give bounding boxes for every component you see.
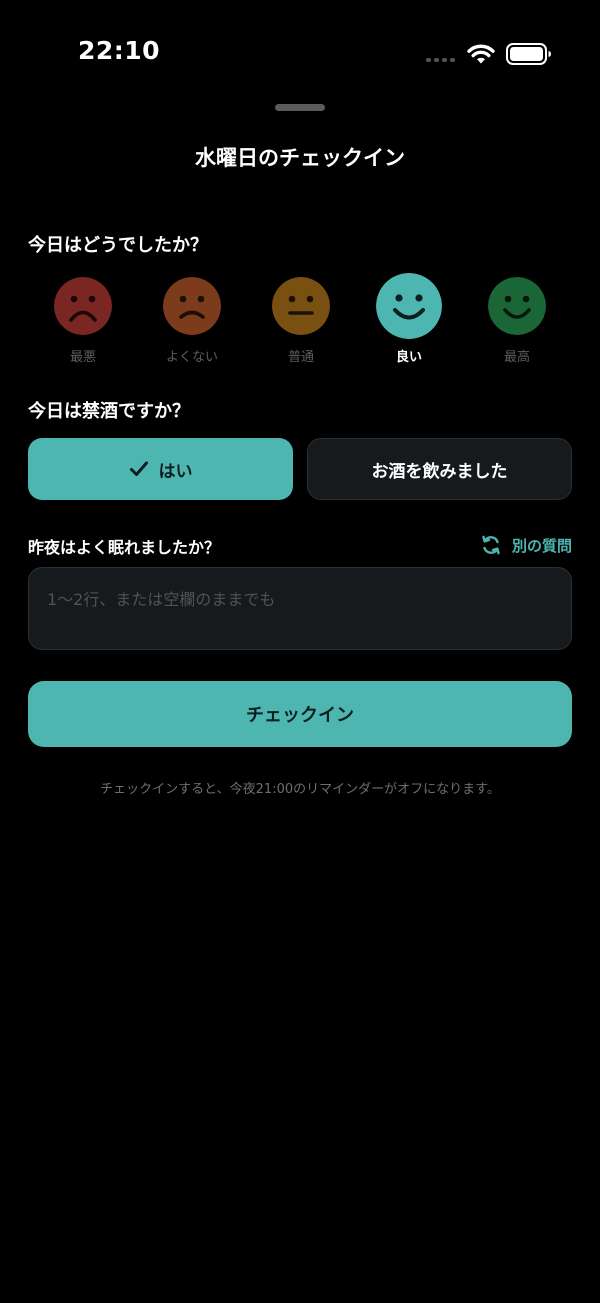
- mood-question-label: 今日はどうでしたか？: [28, 235, 208, 256]
- refresh-icon: [482, 535, 500, 555]
- mood-selector: 最悪 よくない 普通 良い 最高: [28, 270, 572, 370]
- smile-face-icon: [376, 273, 442, 339]
- sobriety-question-label: 今日は禁酒ですか？: [28, 401, 190, 422]
- alternate-question-label: 別の質問: [511, 536, 572, 555]
- mood-option-neutral[interactable]: 普通: [246, 270, 356, 370]
- mood-label-good: 良い: [395, 350, 422, 365]
- checkmark-icon: [129, 461, 148, 476]
- mood-option-worst[interactable]: 最悪: [28, 270, 138, 370]
- drank-alcohol-label: お酒を飲みました: [371, 461, 508, 482]
- mood-option-best[interactable]: 最高: [462, 270, 572, 370]
- cellular-signal-icon: [426, 58, 455, 62]
- mood-option-good[interactable]: 良い: [354, 270, 464, 370]
- sad-face-icon: [163, 277, 221, 335]
- reminder-note: チェックインすると、今夜21:00のリマインダーがオフになります。: [100, 782, 500, 797]
- sheet-title: 水曜日のチェックイン: [195, 146, 405, 170]
- mood-label-neutral: 普通: [287, 350, 314, 365]
- very-sad-face-icon: [54, 277, 112, 335]
- sober-yes-button[interactable]: はい: [28, 438, 293, 500]
- status-time: 22:10: [78, 36, 161, 65]
- battery-icon: [506, 43, 551, 65]
- mood-label-bad: よくない: [165, 350, 218, 365]
- checkin-button[interactable]: チェックイン: [28, 681, 572, 747]
- checkin-button-label: チェックイン: [246, 705, 354, 726]
- mood-option-bad[interactable]: よくない: [137, 270, 247, 370]
- mood-label-best: 最高: [503, 350, 530, 365]
- neutral-face-icon: [272, 277, 330, 335]
- sheet-drag-handle[interactable]: [275, 104, 325, 111]
- sleep-answer-input[interactable]: [28, 567, 572, 650]
- wifi-icon: [467, 44, 495, 64]
- mood-label-worst: 最悪: [69, 350, 96, 365]
- alternate-question-button[interactable]: 別の質問: [480, 534, 572, 556]
- sober-yes-label: はい: [158, 461, 193, 482]
- happy-face-icon: [488, 277, 546, 335]
- status-bar: 22:10: [0, 0, 600, 100]
- drank-alcohol-button[interactable]: お酒を飲みました: [307, 438, 572, 500]
- sleep-question-label: 昨夜はよく眠れましたか？: [28, 538, 221, 557]
